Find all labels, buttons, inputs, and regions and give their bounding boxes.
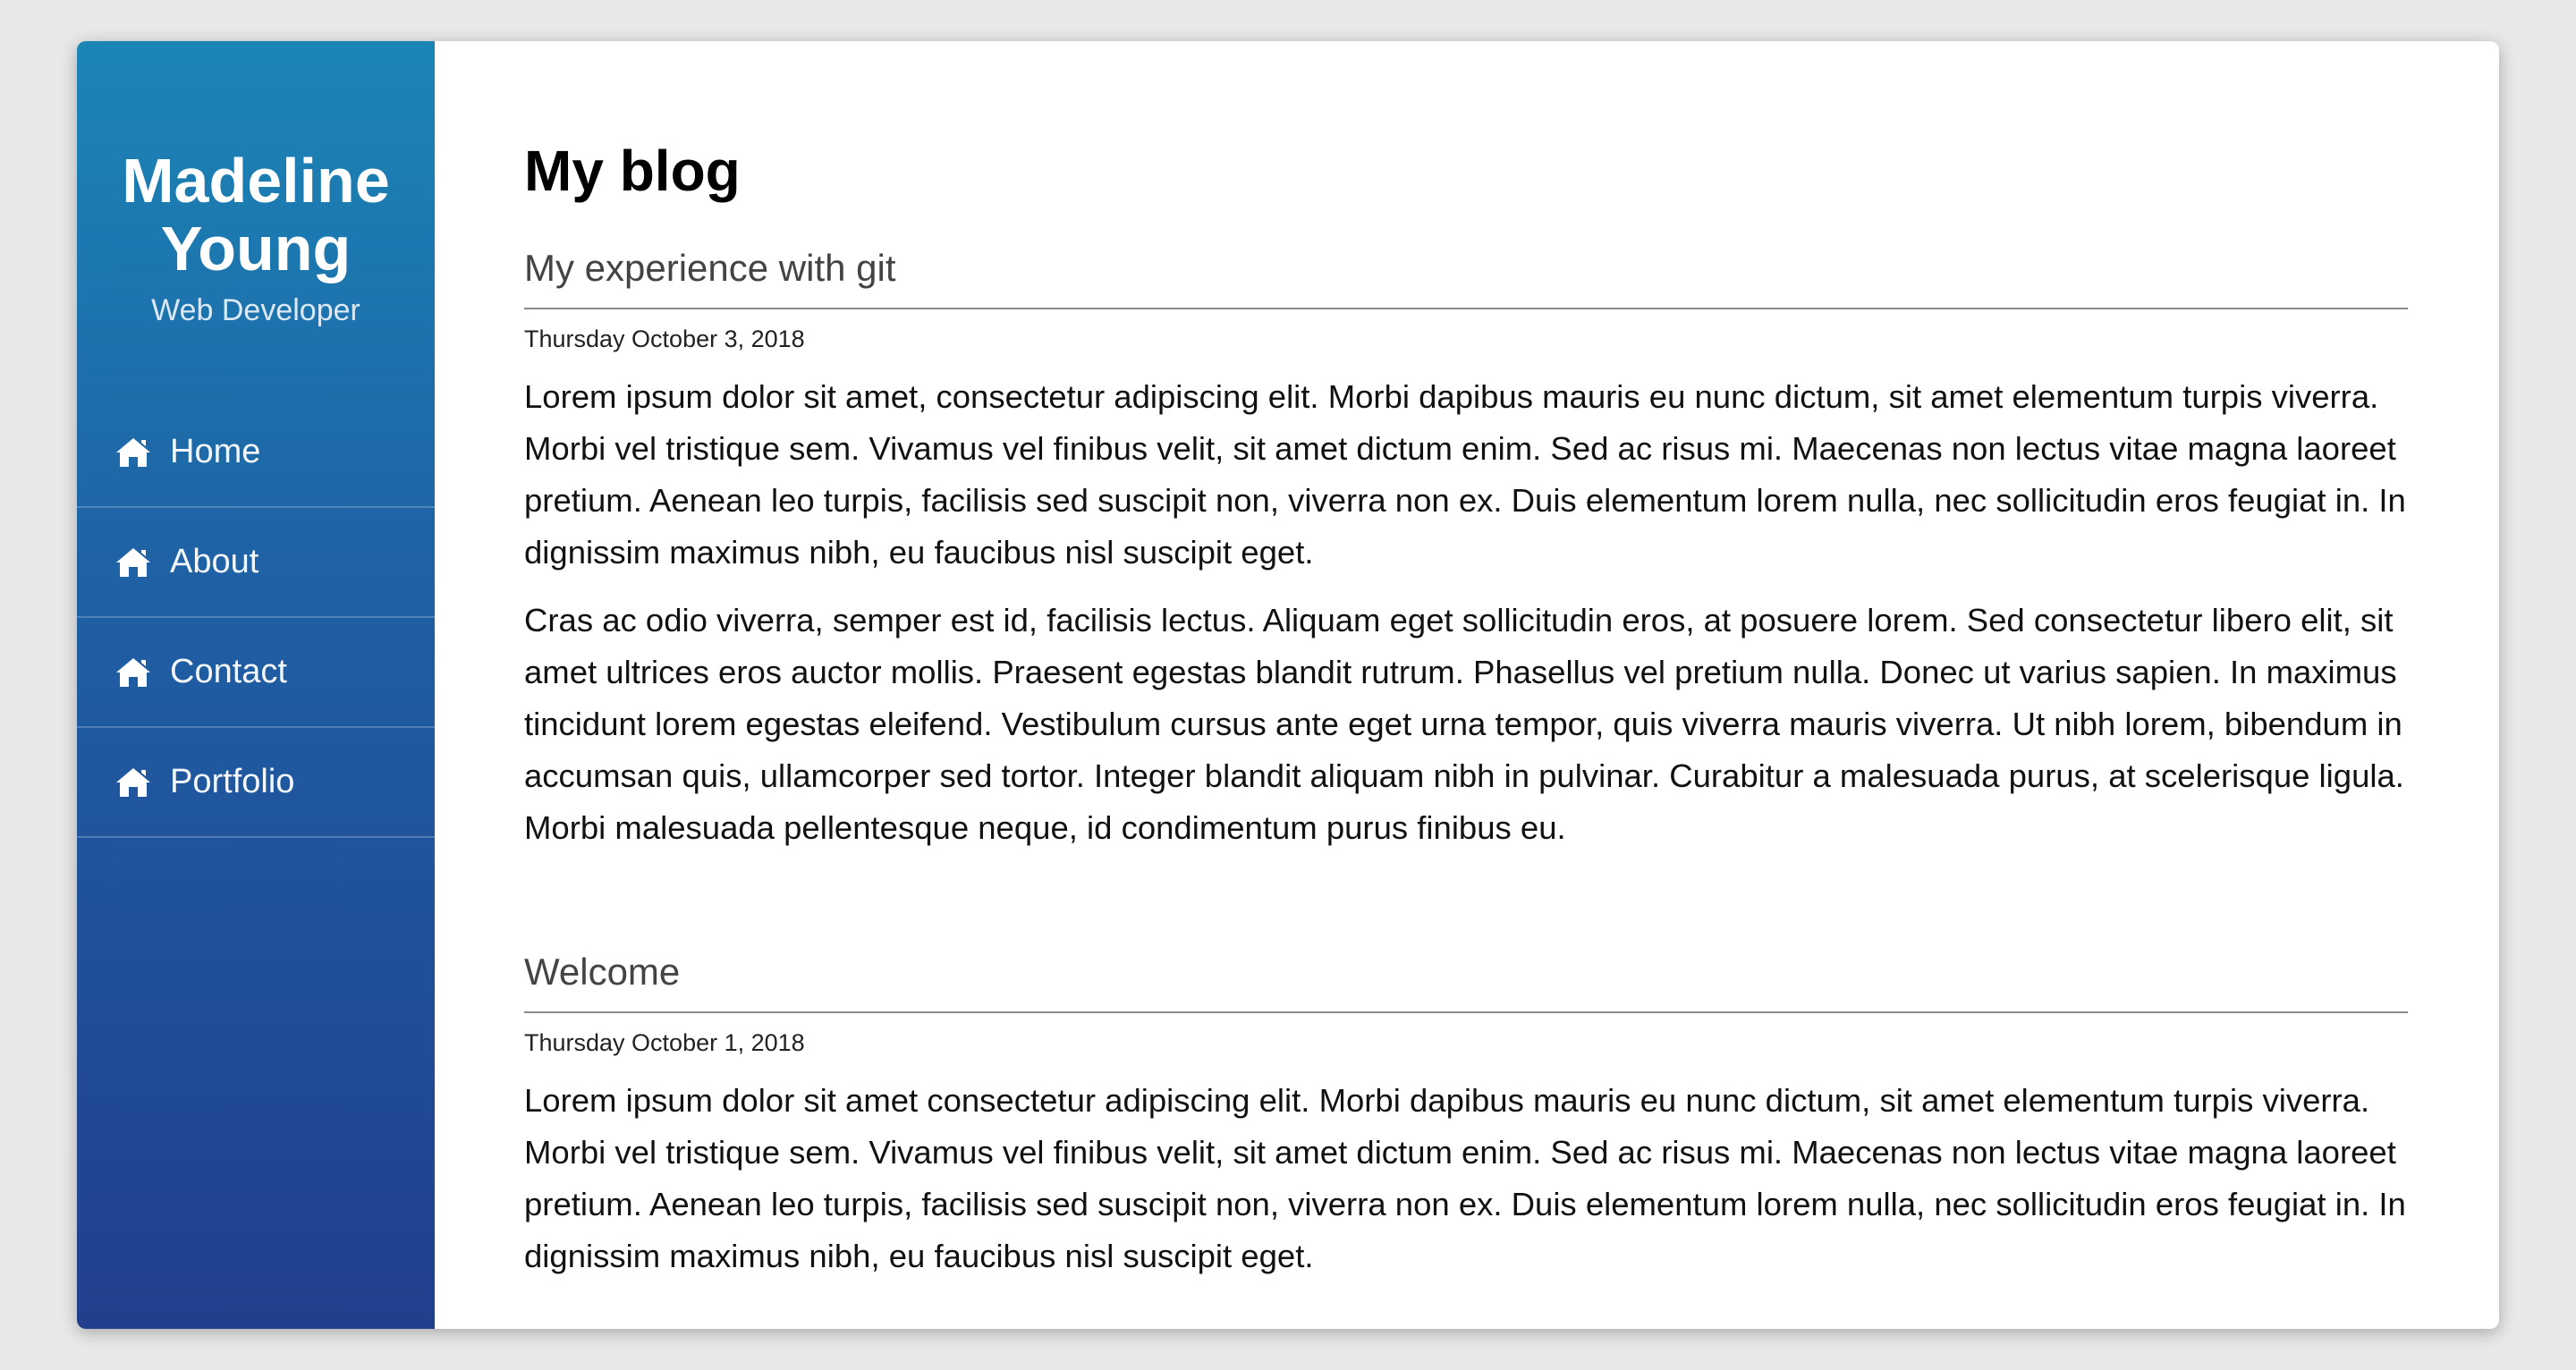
post-title[interactable]: Welcome xyxy=(524,951,2408,1013)
sidebar-nav: Home About Contact Portfolio xyxy=(77,398,435,838)
post-paragraph: Cras ac odio viverra, semper est id, fac… xyxy=(524,602,2404,846)
sidebar-item-label: Portfolio xyxy=(170,763,295,800)
sidebar-item-portfolio[interactable]: Portfolio xyxy=(77,728,435,838)
post-paragraph: Lorem ipsum dolor sit amet, consectetur … xyxy=(524,378,2406,571)
sidebar-item-home[interactable]: Home xyxy=(77,398,435,508)
home-icon xyxy=(113,435,154,470)
home-icon xyxy=(113,655,154,690)
post-paragraph: Lorem ipsum dolor sit amet consectetur a… xyxy=(524,1082,2406,1274)
home-icon xyxy=(113,765,154,800)
brand-name: Madeline Young xyxy=(77,147,435,283)
brand-name-first: Madeline xyxy=(122,146,390,216)
sidebar-item-label: Contact xyxy=(170,653,287,690)
sidebar-item-label: About xyxy=(170,543,259,580)
brand-role: Web Developer xyxy=(151,293,360,327)
post-date: Thursday October 3, 2018 xyxy=(524,326,805,352)
main-content: My blog My experience with git Thursday … xyxy=(435,41,2499,1329)
sidebar-item-about[interactable]: About xyxy=(77,508,435,618)
home-icon xyxy=(113,545,154,580)
brand-name-last: Young xyxy=(160,214,352,283)
post-date: Thursday October 1, 2018 xyxy=(524,1029,805,1056)
sidebar: Madeline Young Web Developer Home About xyxy=(77,41,435,1329)
sidebar-item-contact[interactable]: Contact xyxy=(77,618,435,728)
blog-post: My experience with git Thursday October … xyxy=(524,247,2408,854)
page-title: My blog xyxy=(524,139,741,203)
brand: Madeline Young Web Developer xyxy=(77,41,435,398)
page-card: Madeline Young Web Developer Home About xyxy=(77,41,2499,1329)
blog-post: Welcome Thursday October 1, 2018 Lorem i… xyxy=(524,951,2408,1282)
post-title[interactable]: My experience with git xyxy=(524,247,2408,309)
sidebar-item-label: Home xyxy=(170,433,261,470)
